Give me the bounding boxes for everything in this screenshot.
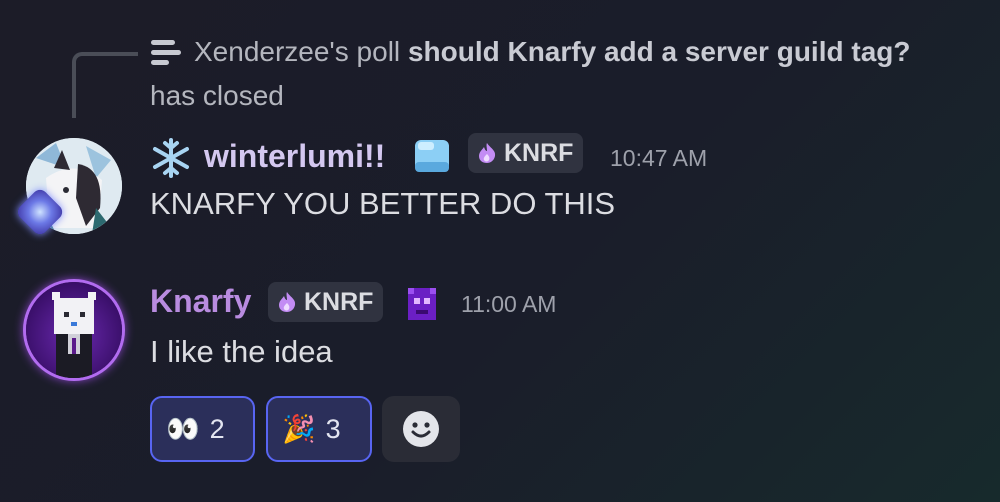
guild-tag-label: KNRF: [504, 138, 574, 167]
reply-connector: [72, 52, 138, 118]
avatar[interactable]: [26, 282, 122, 378]
reaction-party-popper[interactable]: 🎉 3: [266, 396, 372, 462]
snowflake-icon: [150, 137, 192, 179]
timestamp[interactable]: 10:47 AM: [610, 145, 707, 172]
reaction-eyes[interactable]: 👀 2: [150, 396, 255, 462]
message-text: KNARFY YOU BETTER DO THIS: [150, 186, 616, 221]
flame-icon: [479, 143, 496, 163]
guild-tag[interactable]: KNRF: [468, 133, 584, 173]
username[interactable]: Knarfy: [150, 283, 251, 320]
eyes-emoji: 👀: [166, 414, 200, 444]
guild-tag[interactable]: KNRF: [268, 282, 384, 322]
poll-title[interactable]: should Knarfy add a server guild tag?: [408, 36, 911, 67]
party-popper-emoji: 🎉: [282, 414, 316, 444]
pixel-creature-icon: [404, 286, 440, 322]
ice-cube-icon: [412, 136, 452, 176]
reaction-count: 2: [209, 413, 225, 444]
username[interactable]: winterlumi!!: [204, 138, 385, 175]
reaction-count: 3: [325, 413, 341, 444]
add-reaction-button[interactable]: [382, 396, 460, 462]
message-text: I like the idea: [150, 334, 333, 369]
timestamp[interactable]: 11:00 AM: [461, 291, 556, 318]
flame-icon: [279, 292, 296, 312]
guild-tag-label: KNRF: [304, 287, 374, 316]
reply-reference[interactable]: Xenderzee's poll should Knarfy add a ser…: [194, 36, 910, 68]
poll-author: Xenderzee's poll: [194, 36, 401, 67]
poll-icon: [151, 40, 181, 68]
poll-status: has closed: [150, 80, 284, 111]
smiley-icon: [403, 411, 439, 447]
